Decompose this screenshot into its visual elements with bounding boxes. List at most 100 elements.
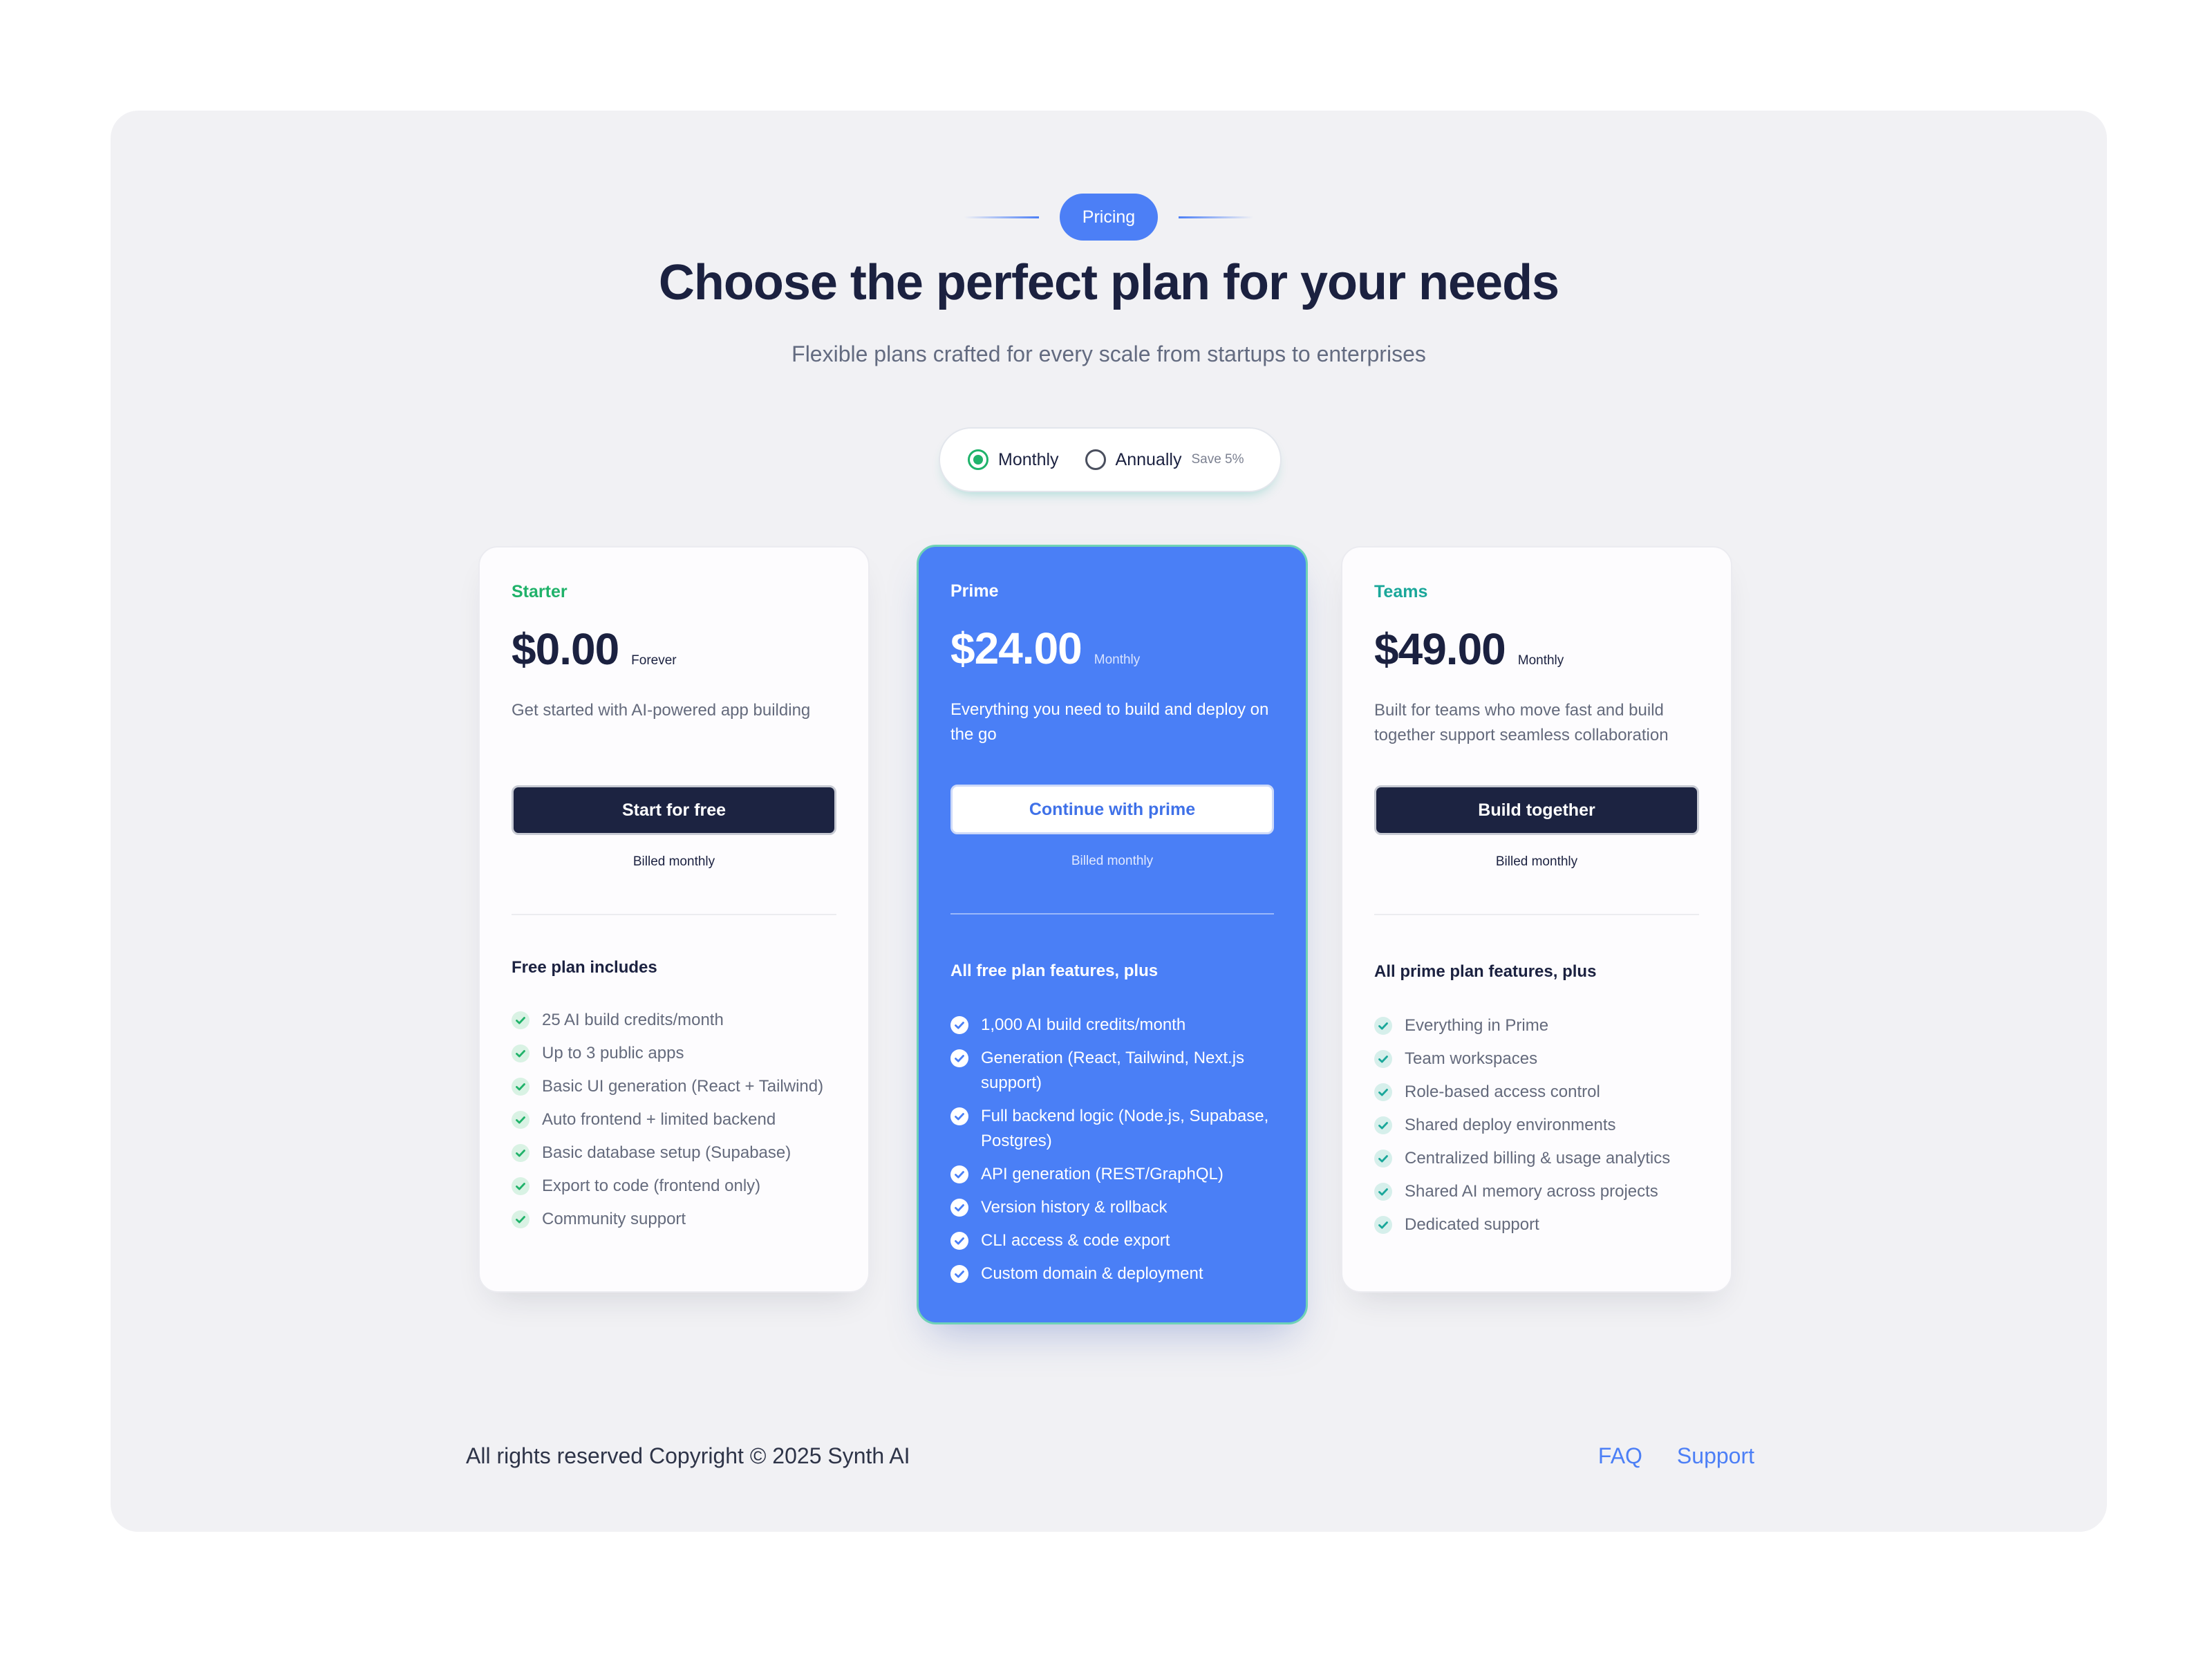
save-badge: Save 5% — [1191, 452, 1244, 467]
feature-item: Team workspaces — [1374, 1047, 1699, 1071]
feature-item: Dedicated support — [1374, 1212, 1699, 1237]
check-icon — [1374, 1150, 1392, 1168]
check-icon — [1374, 1216, 1392, 1234]
feature-list: Everything in Prime Team workspaces Role… — [1374, 1013, 1699, 1246]
feature-text: Export to code (frontend only) — [542, 1177, 761, 1195]
plan-name: Starter — [512, 582, 568, 601]
feature-item: Generation (React, Tailwind, Next.js sup… — [950, 1046, 1274, 1096]
feature-text: Shared AI memory across projects — [1405, 1182, 1658, 1201]
feature-list: 25 AI build credits/month Up to 3 public… — [512, 1008, 836, 1240]
plan-period: Forever — [631, 653, 677, 668]
check-icon — [1374, 1116, 1392, 1134]
check-icon — [512, 1144, 529, 1162]
billing-toggle: Monthly Annually Save 5% — [939, 427, 1282, 492]
copyright: All rights reserved Copyright © 2025 Syn… — [466, 1443, 910, 1468]
features-title: All prime plan features, plus — [1374, 962, 1597, 981]
check-icon — [950, 1049, 968, 1067]
page-subtitle: Flexible plans crafted for every scale f… — [791, 341, 1426, 366]
plan-name: Prime — [950, 581, 999, 601]
check-icon — [512, 1210, 529, 1228]
divider — [950, 913, 1274, 915]
feature-item: Shared deploy environments — [1374, 1113, 1699, 1138]
feature-item: 25 AI build credits/month — [512, 1008, 836, 1033]
feature-item: Role-based access control — [1374, 1080, 1699, 1105]
annually-label[interactable]: Annually — [1116, 450, 1182, 470]
billed-note: Billed monthly — [1495, 854, 1578, 869]
plan-price: $24.00 — [950, 624, 1082, 673]
feature-item: 1,000 AI build credits/month — [950, 1013, 1274, 1038]
plan-period: Monthly — [1517, 653, 1564, 668]
feature-item: API generation (REST/GraphQL) — [950, 1162, 1274, 1187]
feature-item: Basic database setup (Supabase) — [512, 1141, 836, 1165]
feature-text: Version history & rollback — [981, 1198, 1168, 1217]
check-icon — [1374, 1083, 1392, 1101]
feature-text: Role-based access control — [1405, 1082, 1600, 1101]
plan-card-teams: Teams $49.00 Monthly Built for teams who… — [1341, 546, 1732, 1293]
start-for-free-button[interactable]: Start for free — [512, 785, 836, 835]
feature-text: Custom domain & deployment — [981, 1264, 1203, 1283]
feature-item: Basic UI generation (React + Tailwind) — [512, 1074, 836, 1099]
monthly-label[interactable]: Monthly — [998, 450, 1059, 470]
feature-text: CLI access & code export — [981, 1231, 1170, 1250]
billed-note: Billed monthly — [632, 854, 715, 869]
check-icon — [950, 1232, 968, 1250]
plan-period: Monthly — [1094, 653, 1141, 667]
plan-price: $49.00 — [1374, 624, 1506, 674]
feature-item: Centralized billing & usage analytics — [1374, 1146, 1699, 1171]
plan-description: Built for teams who move fast and build … — [1374, 701, 1669, 744]
feature-item: Everything in Prime — [1374, 1013, 1699, 1038]
footer-links: FAQ Support — [1598, 1443, 1754, 1469]
faq-link[interactable]: FAQ — [1598, 1443, 1642, 1469]
annually-radio[interactable] — [1085, 449, 1106, 470]
plan-description: Get started with AI-powered app building — [512, 701, 811, 720]
plan-card-starter: Starter $0.00 Forever Get started with A… — [478, 546, 870, 1293]
support-link[interactable]: Support — [1677, 1443, 1754, 1469]
feature-list: 1,000 AI build credits/month Generation … — [950, 1013, 1274, 1295]
feature-text: Basic UI generation (React + Tailwind) — [542, 1077, 824, 1096]
feature-item: CLI access & code export — [950, 1228, 1274, 1253]
billed-note: Billed monthly — [1071, 854, 1154, 868]
price-row: $24.00 Monthly — [950, 623, 1140, 674]
features-title: Free plan includes — [512, 958, 657, 977]
feature-item: Custom domain & deployment — [950, 1262, 1274, 1286]
monthly-radio[interactable] — [968, 449, 988, 470]
plan-card-prime: Prime $24.00 Monthly Everything you need… — [917, 545, 1308, 1324]
divider — [512, 914, 836, 915]
divider — [1374, 914, 1699, 915]
feature-text: Everything in Prime — [1405, 1016, 1549, 1035]
check-icon — [512, 1111, 529, 1129]
check-icon — [512, 1078, 529, 1096]
check-icon — [950, 1107, 968, 1125]
feature-item: Auto frontend + limited backend — [512, 1107, 836, 1132]
pricing-badge: Pricing — [1060, 194, 1158, 241]
page-title: Choose the perfect plan for your needs — [658, 255, 1559, 310]
price-row: $0.00 Forever — [512, 624, 677, 675]
check-icon — [512, 1044, 529, 1062]
features-title: All free plan features, plus — [950, 962, 1159, 980]
build-together-button[interactable]: Build together — [1374, 785, 1699, 835]
plan-price: $0.00 — [512, 624, 619, 674]
feature-text: Team workspaces — [1405, 1049, 1538, 1068]
check-icon — [1374, 1017, 1392, 1035]
feature-text: Shared deploy environments — [1405, 1116, 1616, 1134]
feature-text: Generation (React, Tailwind, Next.js sup… — [981, 1049, 1245, 1092]
feature-text: Community support — [542, 1210, 686, 1228]
check-icon — [1374, 1183, 1392, 1201]
feature-item: Export to code (frontend only) — [512, 1174, 836, 1199]
check-icon — [1374, 1050, 1392, 1068]
plan-name: Teams — [1374, 582, 1428, 601]
feature-text: Centralized billing & usage analytics — [1405, 1149, 1671, 1168]
check-icon — [512, 1177, 529, 1195]
feature-text: 1,000 AI build credits/month — [981, 1015, 1186, 1034]
badge-divider-right — [1179, 216, 1253, 218]
check-icon — [950, 1016, 968, 1034]
feature-item: Version history & rollback — [950, 1195, 1274, 1220]
feature-text: Dedicated support — [1405, 1215, 1539, 1234]
check-icon — [950, 1199, 968, 1217]
feature-text: Full backend logic (Node.js, Supabase, P… — [981, 1107, 1269, 1150]
price-row: $49.00 Monthly — [1374, 624, 1564, 675]
feature-item: Community support — [512, 1207, 836, 1232]
continue-with-prime-button[interactable]: Continue with prime — [950, 785, 1274, 834]
feature-item: Full backend logic (Node.js, Supabase, P… — [950, 1104, 1274, 1154]
check-icon — [950, 1265, 968, 1283]
